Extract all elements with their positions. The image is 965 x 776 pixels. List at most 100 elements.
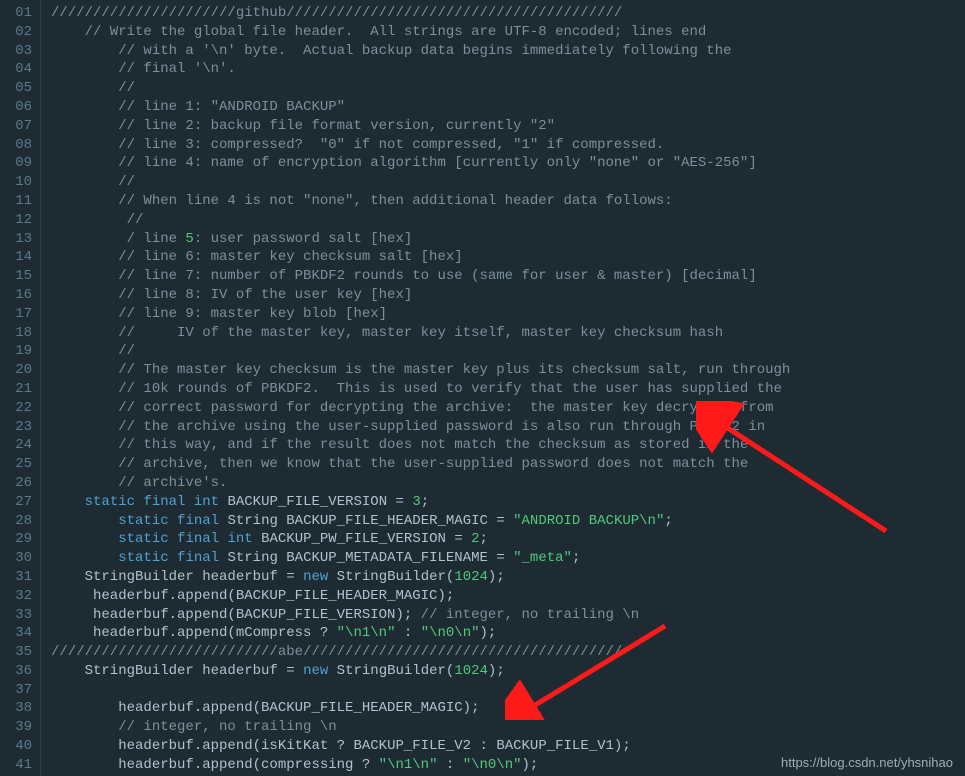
code-line: headerbuf.append(BACKUP_FILE_VERSION); /… xyxy=(51,606,965,625)
code-line: // line 8: IV of the user key [hex] xyxy=(51,286,965,305)
code-line: // final '\n'. xyxy=(51,60,965,79)
code-line: // line 7: number of PBKDF2 rounds to us… xyxy=(51,267,965,286)
line-number: 24 xyxy=(4,436,32,455)
code-token: headerbuf.append(compressing xyxy=(51,757,362,773)
code-token: : xyxy=(437,757,462,773)
code-line: static final String BACKUP_FILE_HEADER_M… xyxy=(51,512,965,531)
code-line: // xyxy=(51,342,965,361)
code-line: // Write the global file header. All str… xyxy=(51,23,965,42)
code-token: int xyxy=(227,531,252,547)
code-token: // line 8: IV of the user key [hex] xyxy=(51,287,412,303)
line-number: 41 xyxy=(4,756,32,775)
code-token: ? xyxy=(362,757,379,773)
code-line: // 10k rounds of PBKDF2. This is used to… xyxy=(51,380,965,399)
code-token: ///////////////////////////abe//////////… xyxy=(51,644,622,660)
code-token: 3 xyxy=(412,494,420,510)
code-token: StringBuilder headerbuf xyxy=(51,569,286,585)
line-number: 30 xyxy=(4,549,32,568)
code-line: static final int BACKUP_PW_FILE_VERSION … xyxy=(51,530,965,549)
code-token xyxy=(169,513,177,529)
code-token: // the archive using the user-supplied p… xyxy=(51,419,765,435)
code-token: // with a '\n' byte. Actual backup data … xyxy=(51,43,732,59)
code-line: // with a '\n' byte. Actual backup data … xyxy=(51,42,965,61)
code-token: "\n1\n" xyxy=(337,625,396,641)
code-token: final xyxy=(143,494,185,510)
line-number: 23 xyxy=(4,418,32,437)
code-token: // archive's. xyxy=(51,475,227,491)
code-token: // line 6: master key checksum salt [hex… xyxy=(51,249,463,265)
code-token: // line 1: "ANDROID BACKUP" xyxy=(51,99,345,115)
code-token: headerbuf.append(mCompress xyxy=(51,625,320,641)
code-token: //////////////////////github////////////… xyxy=(51,5,622,21)
line-number: 21 xyxy=(4,380,32,399)
code-token: ? xyxy=(320,625,337,641)
line-number: 18 xyxy=(4,324,32,343)
line-number: 32 xyxy=(4,587,32,606)
code-token: // xyxy=(51,343,135,359)
line-number: 37 xyxy=(4,681,32,700)
line-number: 36 xyxy=(4,662,32,681)
code-token xyxy=(169,550,177,566)
code-token: // correct password for decrypting the a… xyxy=(51,400,774,416)
code-token: "ANDROID BACKUP\n" xyxy=(513,513,664,529)
code-token: ; xyxy=(664,513,672,529)
code-line: // archive's. xyxy=(51,474,965,493)
code-token: // line 9: master key blob [hex] xyxy=(51,306,387,322)
code-token: // line 3: compressed? "0" if not compre… xyxy=(51,137,664,153)
code-line: headerbuf.append(isKitKat ? BACKUP_FILE_… xyxy=(51,737,965,756)
code-token xyxy=(185,494,193,510)
code-line xyxy=(51,681,965,700)
code-area: //////////////////////github////////////… xyxy=(41,0,965,776)
code-line: // correct password for decrypting the a… xyxy=(51,399,965,418)
code-line: // line 2: backup file format version, c… xyxy=(51,117,965,136)
code-token: = xyxy=(496,550,513,566)
code-line: //////////////////////github////////////… xyxy=(51,4,965,23)
code-line: // xyxy=(51,79,965,98)
code-token: ; xyxy=(572,550,580,566)
code-line: / line 5: user password salt [hex] xyxy=(51,230,965,249)
code-token: ? xyxy=(337,738,354,754)
line-number: 13 xyxy=(4,230,32,249)
line-number: 34 xyxy=(4,624,32,643)
code-line: // integer, no trailing \n xyxy=(51,718,965,737)
code-token: // xyxy=(51,80,135,96)
code-line: // xyxy=(51,211,965,230)
line-number: 11 xyxy=(4,192,32,211)
code-token: 1024 xyxy=(454,569,488,585)
code-token: 1024 xyxy=(454,663,488,679)
code-token xyxy=(51,513,118,529)
line-number: 39 xyxy=(4,718,32,737)
code-line: // line 6: master key checksum salt [hex… xyxy=(51,248,965,267)
code-token: // integer, no trailing \n xyxy=(118,719,336,735)
line-number: 15 xyxy=(4,267,32,286)
code-token: static xyxy=(85,494,135,510)
line-number: 40 xyxy=(4,737,32,756)
code-token: final xyxy=(177,531,219,547)
code-token: BACKUP_FILE_V2 xyxy=(353,738,479,754)
code-line: StringBuilder headerbuf = new StringBuil… xyxy=(51,568,965,587)
code-token: static xyxy=(118,531,168,547)
code-token: // 10k rounds of PBKDF2. This is used to… xyxy=(51,381,782,397)
code-token: new xyxy=(303,569,328,585)
code-token: static xyxy=(118,513,168,529)
code-token: final xyxy=(177,513,219,529)
line-number: 27 xyxy=(4,493,32,512)
line-number: 35 xyxy=(4,643,32,662)
code-line: StringBuilder headerbuf = new StringBuil… xyxy=(51,662,965,681)
code-line: static final String BACKUP_METADATA_FILE… xyxy=(51,549,965,568)
code-token: // Write the global file header. All str… xyxy=(51,24,706,40)
code-token: ; xyxy=(421,494,429,510)
line-number: 12 xyxy=(4,211,32,230)
line-number: 20 xyxy=(4,361,32,380)
code-token: BACKUP_PW_FILE_VERSION xyxy=(253,531,455,547)
code-token: int xyxy=(194,494,219,510)
code-line: // IV of the master key, master key itse… xyxy=(51,324,965,343)
line-number: 14 xyxy=(4,248,32,267)
code-token: = xyxy=(496,513,513,529)
code-token: // xyxy=(51,212,143,228)
line-number: 08 xyxy=(4,136,32,155)
code-token: headerbuf.append(isKitKat xyxy=(51,738,337,754)
line-number: 02 xyxy=(4,23,32,42)
code-token: // line 7: number of PBKDF2 rounds to us… xyxy=(51,268,757,284)
line-number-gutter: 0102030405060708091011121314151617181920… xyxy=(0,0,41,776)
